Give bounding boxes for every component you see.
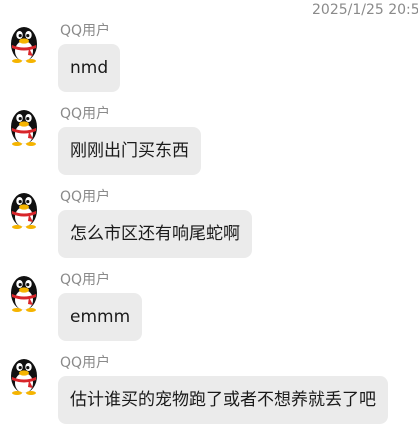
qq-penguin-icon[interactable]	[6, 23, 42, 63]
message-bubble[interactable]: 刚刚出门买东西	[58, 127, 201, 175]
message-timestamp: 2025/1/25 20:5	[312, 2, 418, 18]
sender-name: QQ用户	[60, 189, 111, 205]
message-bubble[interactable]: 怎么市区还有响尾蛇啊	[58, 210, 252, 258]
qq-penguin-icon[interactable]	[6, 189, 42, 229]
sender-name: QQ用户	[60, 355, 111, 371]
sender-name: QQ用户	[60, 106, 111, 122]
chat-window: 2025/1/25 20:5 QQ用户 nmd QQ用户 刚刚出门买东西 QQ用…	[0, 0, 418, 430]
qq-penguin-icon[interactable]	[6, 355, 42, 395]
qq-penguin-icon[interactable]	[6, 106, 42, 146]
qq-penguin-icon[interactable]	[6, 272, 42, 312]
sender-name: QQ用户	[60, 272, 111, 288]
message-bubble[interactable]: emmm	[58, 293, 143, 341]
message-bubble[interactable]: 估计谁买的宠物跑了或者不想养就丢了吧	[58, 376, 388, 424]
message-bubble[interactable]: nmd	[58, 44, 121, 92]
sender-name: QQ用户	[60, 23, 111, 39]
